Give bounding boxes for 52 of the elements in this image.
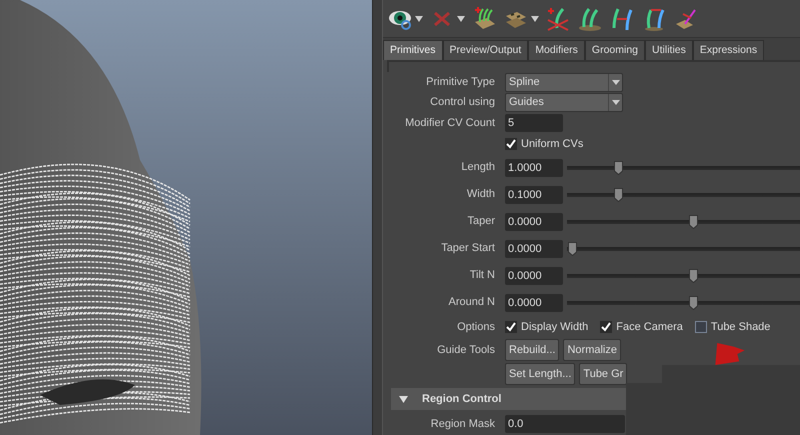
input-field[interactable]: 0.1000 — [505, 186, 563, 204]
tool-button[interactable]: Tube Gr — [579, 363, 628, 385]
field-label: Options — [456, 320, 496, 335]
slider-thumb[interactable] — [688, 214, 698, 228]
tab[interactable]: Utilities — [645, 40, 693, 60]
caret-icon[interactable] — [415, 16, 423, 22]
guides-icon[interactable] — [577, 6, 603, 32]
slider-thumb[interactable] — [614, 160, 624, 174]
input-field[interactable]: 0.0000 — [505, 294, 563, 312]
field-label: Around N — [448, 295, 496, 310]
slider-thumb[interactable] — [688, 296, 698, 310]
checkbox-label: Face Camera — [616, 320, 683, 335]
field-label: Primitive Type — [425, 74, 496, 90]
tool-button[interactable]: Normalize — [563, 339, 621, 361]
checkbox-label: Display Width — [521, 320, 588, 335]
field-label: Tilt N — [468, 268, 496, 284]
guide-add-icon[interactable] — [545, 6, 571, 32]
field-label: Region Mask — [430, 416, 496, 432]
section-title: Region Control — [422, 392, 502, 407]
field-label: Taper — [466, 214, 496, 230]
checkbox-label: Uniform CVs — [521, 136, 584, 152]
input-field[interactable]: 1.0000 — [505, 158, 563, 176]
tab[interactable]: Preview/Output — [442, 40, 528, 60]
caret-icon[interactable] — [457, 16, 465, 22]
dropdown[interactable]: Spline — [505, 72, 623, 92]
field-label: Width — [466, 187, 496, 202]
slider-thumb[interactable] — [614, 188, 624, 202]
caret-icon[interactable] — [612, 80, 620, 84]
slider-thumb[interactable] — [568, 242, 577, 256]
field-label: Length — [460, 160, 496, 176]
caret-icon[interactable] — [612, 100, 620, 104]
input-field[interactable]: 0.0000 — [505, 212, 563, 230]
tool-button[interactable]: Set Length... — [505, 363, 576, 385]
field-label: Taper Start — [440, 241, 496, 256]
field-label: Control using — [429, 94, 496, 110]
checkbox[interactable] — [694, 321, 707, 333]
slider-thumb[interactable] — [688, 268, 698, 282]
input-field[interactable]: 0.0000 — [505, 266, 563, 284]
tab[interactable]: Grooming — [584, 40, 646, 60]
field-label: Modifier CV Count — [404, 116, 496, 131]
dropdown[interactable]: Guides — [505, 92, 623, 112]
caret-icon[interactable] — [531, 16, 539, 22]
tab[interactable]: Primitives — [383, 40, 443, 60]
input-field[interactable]: 0.0 — [505, 415, 625, 433]
checkbox-label: Tube Shade — [710, 320, 770, 335]
field-label: Guide Tools — [436, 342, 496, 358]
tab[interactable]: Modifiers — [528, 40, 585, 60]
input-field[interactable]: 0.0000 — [505, 240, 563, 258]
expand-icon[interactable] — [399, 396, 408, 402]
tab[interactable]: Expressions — [692, 40, 764, 60]
input-field[interactable]: 5 — [505, 114, 563, 132]
tool-button[interactable]: Rebuild... — [505, 339, 560, 361]
